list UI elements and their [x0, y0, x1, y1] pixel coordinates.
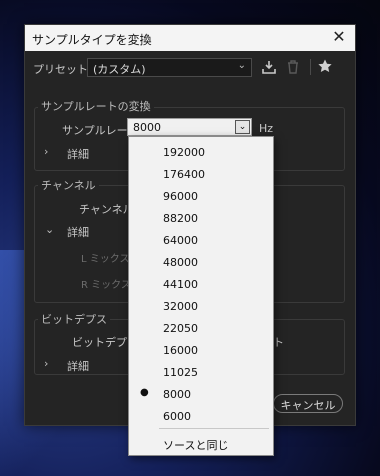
sample-rate-option[interactable]: 44100 [129, 273, 273, 295]
sample-rate-option-label: 192000 [163, 146, 205, 159]
bit-depth-group-title: ビットデプス [38, 311, 110, 327]
sample-rate-option-label: 11025 [163, 366, 198, 379]
sample-rate-option-label: 88200 [163, 212, 198, 225]
channels-details-toggle[interactable]: 詳細 [67, 224, 89, 240]
sample-rate-option[interactable]: 11025 [129, 361, 273, 383]
chevron-down-icon: ⌄ [237, 60, 246, 71]
sample-rate-option[interactable]: 64000 [129, 229, 273, 251]
sample-rate-option-label: 96000 [163, 190, 198, 203]
sample-rate-option[interactable]: 6000 [129, 405, 273, 427]
sample-rate-option-label: 64000 [163, 234, 198, 247]
sample-rate-value: 8000 [133, 121, 161, 134]
sample-rate-option[interactable]: ソースと同じ [129, 432, 273, 454]
sample-rate-dropdown: 192000 176400 96000 88200 64000 48000 44100 320… [128, 136, 274, 456]
sample-rate-option[interactable]: 48000 [129, 251, 273, 273]
sample-rate-option[interactable]: 176400 [129, 163, 273, 185]
dialog-title: サンプルタイプを変換 [32, 33, 152, 47]
chevron-down-icon[interactable]: ⌄ [235, 120, 250, 134]
sample-rate-option-label: 32000 [163, 300, 198, 313]
sample-rate-option-label: ソースと同じ [163, 439, 229, 452]
bit-depth-details-toggle[interactable]: 詳細 [67, 358, 89, 374]
save-preset-icon[interactable] [261, 59, 277, 78]
sample-rate-select[interactable]: 8000 ⌄ [127, 118, 252, 136]
toolbar-divider [310, 59, 311, 75]
selected-bullet-icon: ● [140, 387, 149, 398]
sample-rate-option[interactable]: 88200 [129, 207, 273, 229]
dropdown-separator [159, 428, 269, 429]
sample-rate-option-label: 48000 [163, 256, 198, 269]
collapse-chevron-icon[interactable]: ⌄ [45, 223, 54, 236]
sample-rate-group-title: サンプルレートの変換 [38, 98, 154, 114]
delete-preset-icon[interactable] [286, 59, 300, 78]
bit-depth-value-partial: ト [273, 336, 284, 349]
close-icon[interactable]: ✕ [329, 27, 349, 46]
hz-unit-label: Hz [259, 122, 274, 135]
sample-rate-option-label: 16000 [163, 344, 198, 357]
preset-value: (カスタム) [93, 63, 146, 76]
expand-chevron-icon[interactable]: › [44, 357, 48, 370]
sample-rate-option-label: 176400 [163, 168, 205, 181]
sample-rate-option-label: 44100 [163, 278, 198, 291]
sample-rate-details-toggle[interactable]: 詳細 [67, 146, 89, 162]
sample-rate-option[interactable]: 32000 [129, 295, 273, 317]
sample-rate-option[interactable]: 192000 [129, 141, 273, 163]
sample-rate-option[interactable]: ● 8000 [129, 383, 273, 405]
cancel-button[interactable]: キャンセル [273, 394, 343, 413]
title-bar: サンプルタイプを変換 ✕ [25, 25, 355, 51]
channels-group-title: チャンネル [38, 177, 99, 193]
sample-rate-option-label: 22050 [163, 322, 198, 335]
expand-chevron-icon[interactable]: › [44, 145, 48, 158]
sample-rate-option-label: 8000 [163, 388, 191, 401]
favorite-star-icon[interactable] [317, 58, 333, 77]
sample-rate-option[interactable]: 22050 [129, 317, 273, 339]
sample-rate-option[interactable]: 96000 [129, 185, 273, 207]
sample-rate-option[interactable]: 16000 [129, 339, 273, 361]
preset-select[interactable]: (カスタム) ⌄ [87, 58, 252, 77]
sample-rate-option-label: 6000 [163, 410, 191, 423]
